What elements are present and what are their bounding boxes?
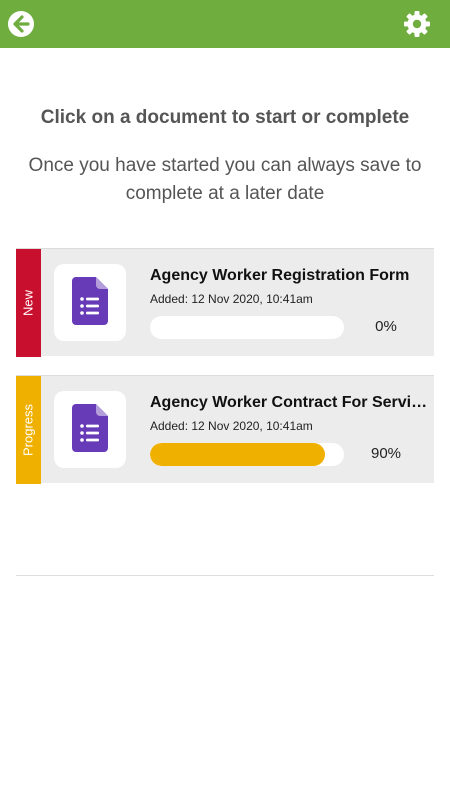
- document-card[interactable]: New Agency Worker Registration Form Adde…: [16, 248, 434, 357]
- document-title: Agency Worker Contract For Services: [150, 394, 432, 411]
- document-added-date: Added: 12 Nov 2020, 10:41am: [150, 419, 313, 433]
- google-forms-icon: [72, 277, 108, 325]
- app-header: [0, 0, 450, 48]
- progress-percent: 90%: [370, 445, 402, 462]
- list-divider: [16, 575, 434, 576]
- document-thumbnail: [54, 264, 126, 341]
- back-button[interactable]: [8, 11, 34, 37]
- google-forms-icon: [72, 404, 108, 452]
- instruction-subtext: Once you have started you can always sav…: [28, 155, 422, 204]
- progress-bar: [150, 443, 344, 466]
- status-label: Progress: [20, 403, 36, 457]
- progress-percent: 0%: [375, 318, 397, 335]
- document-title: Agency Worker Registration Form: [150, 267, 410, 284]
- instruction-heading: Click on a document to start or complete: [40, 107, 410, 128]
- status-tab: Progress: [16, 376, 41, 484]
- progress-fill: [150, 443, 325, 466]
- document-thumbnail: [54, 391, 126, 468]
- arrow-left-icon: [13, 15, 30, 33]
- settings-button[interactable]: [403, 10, 431, 38]
- status-tab: New: [16, 249, 41, 357]
- document-card[interactable]: Progress Agency Worker Contract For Serv…: [16, 375, 434, 484]
- document-added-date: Added: 12 Nov 2020, 10:41am: [150, 292, 313, 306]
- progress-bar: [150, 316, 344, 339]
- status-label: New: [20, 289, 36, 317]
- gear-icon: [404, 11, 430, 37]
